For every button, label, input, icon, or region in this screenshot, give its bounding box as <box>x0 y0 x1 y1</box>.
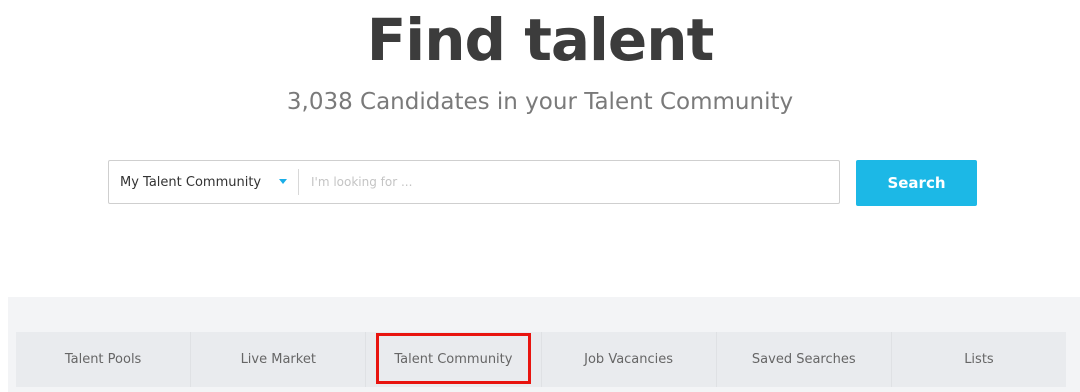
chevron-down-icon <box>279 179 287 184</box>
talent-scope-label: My Talent Community <box>120 174 262 190</box>
tab-talent-pools[interactable]: Talent Pools <box>16 332 192 387</box>
search-bar-divider <box>298 169 299 195</box>
search-button[interactable]: Search <box>856 160 977 206</box>
tab-saved-searches[interactable]: Saved Searches <box>717 332 892 387</box>
talent-scope-dropdown[interactable]: My Talent Community <box>109 161 299 203</box>
tab-job-vacancies[interactable]: Job Vacancies <box>542 332 717 387</box>
tab-talent-community[interactable]: Talent Community <box>366 332 542 387</box>
search-bar: My Talent Community <box>108 160 840 204</box>
tab-live-market[interactable]: Live Market <box>191 332 367 387</box>
candidate-count-subtitle: 3,038 Candidates in your Talent Communit… <box>286 89 794 115</box>
search-input[interactable] <box>305 161 835 203</box>
tab-strip: Talent Pools Live Market Talent Communit… <box>16 332 1066 387</box>
tab-lists[interactable]: Lists <box>892 332 1066 387</box>
page-title: Find talent <box>366 6 715 74</box>
